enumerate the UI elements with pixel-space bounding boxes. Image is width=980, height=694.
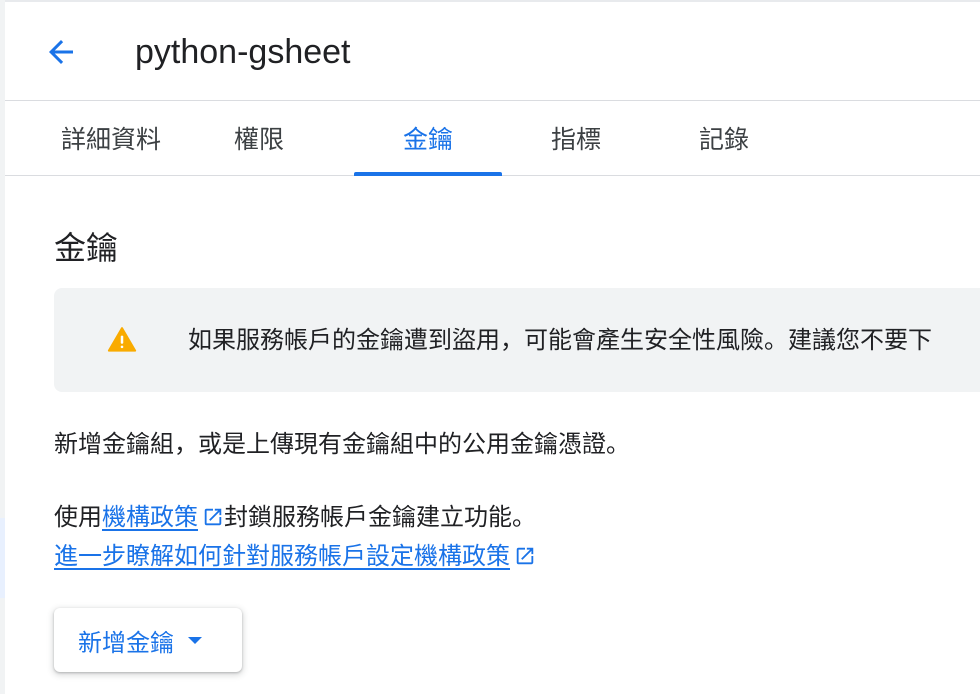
tab-label: 詳細資料 bbox=[60, 125, 161, 154]
left-edge-highlight bbox=[0, 518, 5, 598]
warning-text: 如果服務帳戶的金鑰遭到盜用，可能會產生安全性風險。建議您不要下 bbox=[188, 326, 932, 354]
org-policy-suffix: 封鎖服務帳戶金鑰建立功能。 bbox=[224, 503, 536, 531]
tab-permissions[interactable]: 權限 bbox=[185, 101, 333, 175]
back-button[interactable] bbox=[39, 30, 83, 74]
arrow-back-icon bbox=[49, 40, 73, 64]
tab-label: 記錄 bbox=[698, 125, 749, 154]
page-header: python-gsheet bbox=[5, 2, 980, 101]
learn-more-line: 進一步瞭解如何針對服務帳戶設定機構政策 bbox=[54, 536, 536, 576]
learn-more-link[interactable]: 進一步瞭解如何針對服務帳戶設定機構政策 bbox=[54, 542, 510, 570]
active-tab-indicator bbox=[354, 172, 502, 176]
tab-bar: 詳細資料 權限 金鑰 指標 記錄 bbox=[5, 101, 980, 176]
page-title: python-gsheet bbox=[135, 33, 351, 71]
dropdown-caret-icon bbox=[188, 636, 202, 644]
tab-keys[interactable]: 金鑰 bbox=[354, 101, 502, 176]
warning-icon bbox=[107, 327, 137, 352]
org-policy-prefix: 使用 bbox=[54, 503, 102, 531]
section-title: 金鑰 bbox=[54, 229, 119, 267]
add-key-label: 新增金鑰 bbox=[78, 628, 174, 657]
external-link-icon bbox=[516, 547, 534, 565]
tab-label: 指標 bbox=[550, 125, 601, 154]
tab-label: 權限 bbox=[233, 125, 284, 154]
external-link-icon bbox=[204, 508, 222, 526]
tab-logs[interactable]: 記錄 bbox=[650, 101, 798, 175]
tab-label: 金鑰 bbox=[402, 125, 453, 154]
keys-description: 新增金鑰組，或是上傳現有金鑰組中的公用金鑰憑證。 bbox=[54, 430, 630, 458]
org-policy-line: 使用機構政策 封鎖服務帳戶金鑰建立功能。 bbox=[54, 497, 536, 537]
warning-banner: 如果服務帳戶的金鑰遭到盜用，可能會產生安全性風險。建議您不要下 bbox=[54, 288, 980, 392]
org-policy-link[interactable]: 機構政策 bbox=[102, 503, 198, 531]
tab-metrics[interactable]: 指標 bbox=[502, 101, 650, 175]
tab-details[interactable]: 詳細資料 bbox=[37, 101, 185, 175]
add-key-button[interactable]: 新增金鑰 bbox=[54, 608, 242, 672]
